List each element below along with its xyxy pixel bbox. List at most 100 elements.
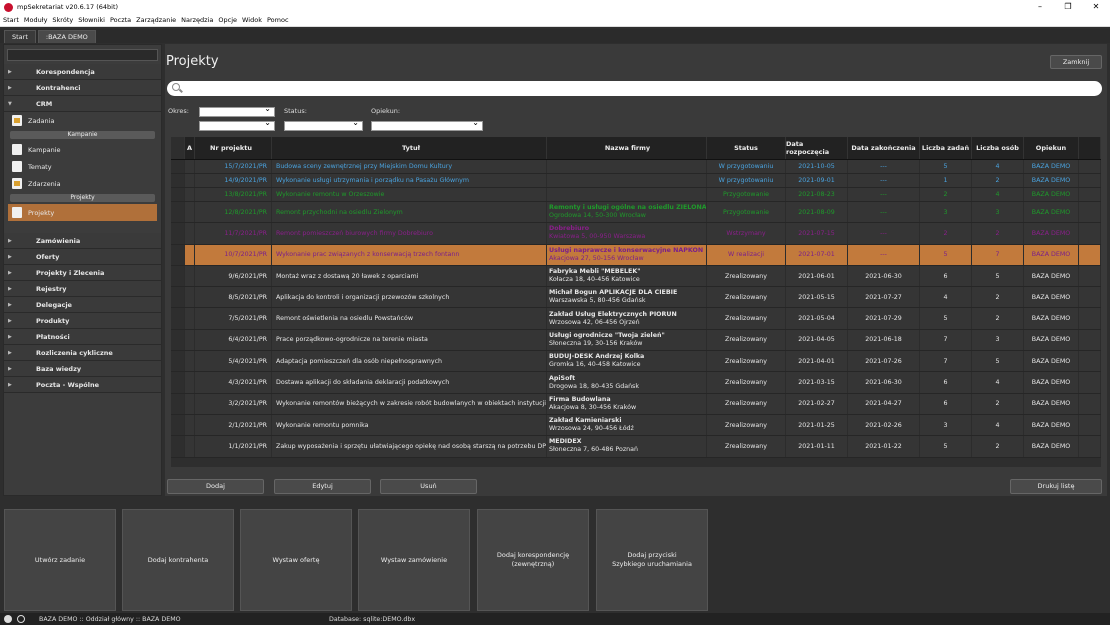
table-row[interactable]: 8/5/2021/PR Aplikacja do kontroli i organ… [171, 287, 1101, 309]
table-row[interactable]: 3/2/2021/PR Wykonanie remontów bieżących … [171, 393, 1101, 415]
cell-nr: 8/5/2021/PR [195, 287, 272, 308]
table-row[interactable]: 7/5/2021/PR Remont oświetlenia na osiedlu… [171, 308, 1101, 330]
sidebar-item-tematy[interactable]: Tematy [4, 158, 161, 175]
cell-firma: Zakład Usług Elektrycznych PIORUN Wrzosow… [547, 308, 707, 329]
menu-zarzadzanie[interactable]: Zarządzanie [136, 16, 176, 24]
sidebar-item-kampanie[interactable]: Kampanie [4, 141, 161, 158]
cell-liczba-osob: 3 [972, 202, 1024, 223]
okres-combo-1[interactable] [199, 104, 275, 117]
menu-slowniki[interactable]: Słowniki [78, 16, 105, 24]
sidebar-section-rejestry[interactable]: ▶ Rejestry [4, 281, 161, 297]
sidebar-section-oferty[interactable]: ▶ Oferty [4, 249, 161, 265]
sidebar-section-crm[interactable]: ▼ CRM [4, 96, 161, 112]
status-combo[interactable] [284, 118, 363, 131]
table-row[interactable]: 12/8/2021/PR Remont przychodni na osiedlu… [171, 202, 1101, 224]
shortcut-create-task[interactable]: Utwórz zadanie [4, 509, 116, 611]
status-branch: BAZA DEMO :: Oddział główny :: BAZA DEMO [39, 615, 181, 623]
shortcut-add-contractor[interactable]: Dodaj kontrahenta [122, 509, 234, 611]
cell-a [185, 308, 195, 329]
header-firma[interactable]: Nazwa firmy [547, 137, 707, 159]
sidebar-section-baza-wiedzy[interactable]: ▶ Baza wiedzy [4, 361, 161, 377]
table-row[interactable]: 14/9/2021/PR Wykonanie usługi utrzymania … [171, 174, 1101, 188]
search-input[interactable] [185, 82, 1085, 94]
maximize-icon[interactable]: ❐ [1054, 0, 1082, 14]
menu-pomoc[interactable]: Pomoc [267, 16, 289, 24]
header-liczba-osob[interactable]: Liczba osób [972, 137, 1024, 159]
menu-skroty[interactable]: Skróty [52, 16, 73, 24]
header-data-zakonczenia[interactable]: Data zakończenia [848, 137, 920, 159]
cell-liczba-zadan: 4 [920, 287, 972, 308]
shortcut-add-quick-buttons[interactable]: Dodaj przyciski Szybkiego uruchamiania [596, 509, 708, 611]
menu-poczta[interactable]: Poczta [110, 16, 131, 24]
menu-moduly[interactable]: Moduły [24, 16, 48, 24]
tab-baza-demo[interactable]: :BAZA DEMO [37, 30, 96, 43]
cell-liczba-osob: 2 [972, 223, 1024, 244]
delete-button[interactable]: Usuń [380, 479, 477, 494]
sidebar-section-korespondencja[interactable]: ▶ Korespondencja [4, 64, 161, 80]
menu-start[interactable]: Start [3, 16, 19, 24]
cell-tytul: Wykonanie remontów bieżących w zakresie … [272, 393, 547, 414]
table-row[interactable]: 13/8/2021/PR Wykonanie remontu w Orzeszow… [171, 188, 1101, 202]
menu-widok[interactable]: Widok [242, 16, 262, 24]
cell-tytul: Wykonanie prac związanych z konserwacją … [272, 244, 547, 265]
sidebar-section-poczta-wspolne[interactable]: ▶ Poczta - Wspólne [4, 377, 161, 393]
cell-status: Przygotowanie [707, 202, 786, 223]
shortcuts-panel: Utwórz zadanie Dodaj kontrahenta Wystaw … [0, 500, 1110, 611]
header-tytul[interactable]: Tytuł [272, 137, 547, 159]
tab-start[interactable]: Start [4, 30, 36, 43]
sidebar-search-input[interactable] [7, 49, 158, 61]
cell-opiekun: BAZA DEMO [1024, 202, 1079, 223]
sidebar-item-zdarzenia[interactable]: Zdarzenia [4, 175, 161, 192]
opiekun-combo[interactable] [371, 118, 483, 131]
shortcut-issue-order[interactable]: Wystaw zamówienie [358, 509, 470, 611]
sidebar-section-platnosci[interactable]: ▶ Płatności [4, 329, 161, 345]
close-button[interactable]: Zamknij [1050, 55, 1102, 69]
cell-status: Zrealizowany [707, 308, 786, 329]
header-nr[interactable]: Nr projektu [195, 137, 272, 159]
edit-button[interactable]: Edytuj [274, 479, 371, 494]
opiekun-label: Opiekun: [371, 107, 401, 115]
add-button[interactable]: Dodaj [167, 479, 264, 494]
window-title: mpSekretariat v20.6.17 (64bit) [17, 3, 119, 11]
shortcut-add-correspondence[interactable]: Dodaj korespondencję (zewnętrzną) [477, 509, 589, 611]
shortcut-issue-offer[interactable]: Wystaw ofertę [240, 509, 352, 611]
table-row[interactable]: 2/1/2021/PR Wykonanie remontu pomnika Zakł… [171, 414, 1101, 437]
minimize-icon[interactable]: – [1026, 0, 1054, 14]
table-row[interactable]: 6/4/2021/PR Prace porządkowo-ogrodnicze n… [171, 329, 1101, 352]
cell-nr: 7/5/2021/PR [195, 308, 272, 329]
sidebar-section-projekty-i-zlecenia[interactable]: ▶ Projekty i Zlecenia [4, 265, 161, 281]
sidebar-section-delegacje[interactable]: ▶ Delegacje [4, 297, 161, 313]
header-liczba-zadan[interactable]: Liczba zadań [920, 137, 972, 159]
table-row[interactable]: 15/7/2021/PR Budowa sceny zewnętrznej prz… [171, 160, 1101, 174]
table-row[interactable]: 9/6/2021/PR Montaż wraz z dostawą 20 ławe… [171, 265, 1101, 288]
table-row[interactable]: 10/7/2021/PR Wykonanie prac związanych z … [171, 244, 1101, 266]
cell-firma: Michał Bogun APLIKACJE DLA CIEBIE Warszaw… [547, 287, 707, 308]
cell-firma [547, 160, 707, 173]
cell-tytul: Wykonanie remontu w Orzeszowie [272, 188, 547, 201]
table-row[interactable]: 1/1/2021/PR Zakup wyposażenia i sprzętu u… [171, 436, 1101, 458]
cell-data-rozpoczecia: 2021-05-04 [786, 308, 848, 329]
header-data-rozpoczecia[interactable]: Data rozpoczęcia [786, 137, 848, 159]
sidebar-section-kontrahenci[interactable]: ▶ Kontrahenci [4, 80, 161, 96]
sidebar-section-rozliczenia-cykliczne[interactable]: ▶ Rozliczenia cykliczne [4, 345, 161, 361]
print-list-button[interactable]: Drukuj listę [1010, 479, 1102, 494]
menu-opcje[interactable]: Opcje [218, 16, 237, 24]
header-status[interactable]: Status [707, 137, 786, 159]
header-a[interactable]: A [185, 137, 195, 159]
sidebar-item-projekty[interactable]: Projekty [8, 204, 157, 221]
table-header: A Nr projektu Tytuł Nazwa firmy Status D… [171, 137, 1101, 160]
header-opiekun[interactable]: Opiekun [1024, 137, 1079, 159]
cell-spacer [1079, 393, 1101, 414]
table-row[interactable]: 11/7/2021/PR Remont pomieszczeń biurowych… [171, 223, 1101, 245]
sidebar-item-zadania[interactable]: Zadania [4, 112, 161, 129]
title-bar: mpSekretariat v20.6.17 (64bit) – ❐ ✕ [0, 0, 1110, 14]
cell-firma: MEDIDEX Słoneczna 7, 60-486 Poznań [547, 436, 707, 457]
table-row[interactable]: 5/4/2021/PR Adaptacja pomieszczeń dla osó… [171, 351, 1101, 373]
menu-narzedzia[interactable]: Narzędzia [181, 16, 213, 24]
sidebar-section-zamowienia[interactable]: ▶ Zamówienia [4, 233, 161, 249]
close-icon[interactable]: ✕ [1082, 0, 1110, 14]
okres-combo-2[interactable] [199, 118, 275, 131]
sidebar-section-produkty[interactable]: ▶ Produkty [4, 313, 161, 329]
cell-data-rozpoczecia: 2021-01-11 [786, 436, 848, 457]
table-row[interactable]: 4/3/2021/PR Dostawa aplikacji do składani… [171, 372, 1101, 394]
